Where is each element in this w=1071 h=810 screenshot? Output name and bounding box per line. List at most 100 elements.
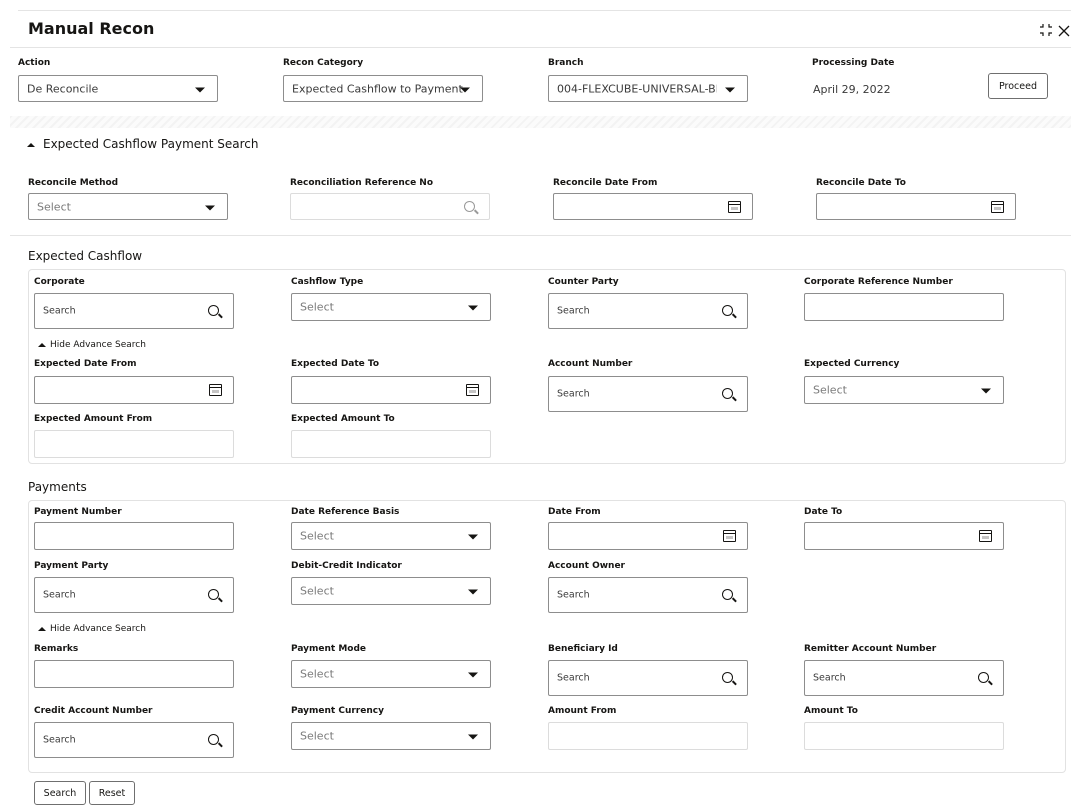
account-number-label: Account Number: [548, 359, 633, 369]
chevron-down-icon: [468, 534, 478, 540]
payment-number-input[interactable]: [34, 522, 234, 550]
expected-amount-from-input[interactable]: [34, 430, 234, 458]
action-select[interactable]: De Reconcile: [18, 75, 218, 102]
amount-to-input[interactable]: [804, 722, 1004, 750]
payments-hide-advance-search-link[interactable]: Hide Advance Search: [38, 624, 146, 634]
credit-account-label: Credit Account Number: [34, 706, 153, 716]
payment-currency-select[interactable]: Select: [291, 722, 491, 750]
payment-mode-select[interactable]: Select: [291, 660, 491, 688]
reconcile-date-to-input[interactable]: [816, 193, 1016, 220]
debit-credit-select[interactable]: Select: [291, 577, 491, 605]
search-icon[interactable]: [722, 387, 733, 399]
branch-select[interactable]: 004-FLEXCUBE-UNIVERSAL-BI: [548, 75, 748, 102]
remarks-input[interactable]: [34, 660, 234, 688]
expected-amount-to-input[interactable]: [291, 430, 491, 458]
proceed-button[interactable]: Proceed: [988, 73, 1048, 99]
page-title: Manual Recon: [28, 19, 155, 38]
account-number-search-input[interactable]: Search: [548, 376, 748, 412]
processing-date-value: April 29, 2022: [813, 83, 891, 96]
date-reference-basis-label: Date Reference Basis: [291, 507, 400, 517]
reset-button[interactable]: Reset: [89, 781, 135, 805]
beneficiary-id-label: Beneficiary Id: [548, 644, 618, 654]
expected-amount-from-label: Expected Amount From: [34, 414, 153, 424]
remitter-account-search-placeholder: Search: [813, 672, 846, 684]
remitter-account-label: Remitter Account Number: [804, 644, 937, 654]
payment-mode-label: Payment Mode: [291, 644, 367, 654]
cashflow-type-label: Cashflow Type: [291, 277, 364, 287]
chevron-down-icon: [460, 87, 470, 92]
reconcile-method-select[interactable]: Select: [28, 193, 228, 220]
account-number-search-placeholder: Search: [557, 388, 590, 400]
payment-party-search-placeholder: Search: [43, 589, 76, 601]
processing-date-label: Processing Date: [812, 58, 895, 68]
branch-label: Branch: [548, 58, 584, 68]
remarks-label: Remarks: [34, 644, 79, 654]
payment-mode-value: Select: [300, 667, 334, 681]
date-from-label: Date From: [548, 507, 601, 517]
expected-date-from-label: Expected Date From: [34, 359, 137, 369]
recon-category-label: Recon Category: [283, 58, 364, 68]
credit-account-search-input[interactable]: Search: [34, 722, 234, 758]
payment-party-search-input[interactable]: Search: [34, 577, 234, 613]
date-from-input[interactable]: [548, 522, 748, 550]
search-button[interactable]: Search: [34, 781, 86, 805]
account-owner-search-placeholder: Search: [557, 589, 590, 601]
chevron-down-icon: [468, 734, 478, 740]
expected-cashflow-title: Expected Cashflow: [28, 249, 143, 263]
counter-party-search-input[interactable]: Search: [548, 293, 748, 329]
branch-value: 004-FLEXCUBE-UNIVERSAL-BI: [557, 82, 717, 95]
beneficiary-id-search-input[interactable]: Search: [548, 660, 748, 696]
search-section-title: Expected Cashflow Payment Search: [43, 137, 259, 151]
calendar-icon[interactable]: [728, 200, 741, 213]
hide-advance-search-link[interactable]: Hide Advance Search: [38, 340, 146, 350]
reconciliation-ref-input[interactable]: [290, 193, 490, 220]
calendar-icon[interactable]: [991, 200, 1004, 213]
search-icon[interactable]: [208, 304, 219, 316]
hide-advance-search-label: Hide Advance Search: [50, 340, 146, 350]
search-icon[interactable]: [722, 588, 733, 600]
expected-currency-select[interactable]: Select: [804, 376, 1004, 404]
expected-currency-value: Select: [813, 383, 847, 397]
recon-category-select[interactable]: Expected Cashflow to Payment: [283, 75, 483, 102]
expected-date-to-label: Expected Date To: [291, 359, 380, 369]
amount-from-input[interactable]: [548, 722, 748, 750]
expected-date-from-input[interactable]: [34, 376, 234, 404]
search-icon[interactable]: [978, 671, 989, 683]
calendar-icon[interactable]: [723, 530, 736, 542]
minimize-icon[interactable]: [1039, 22, 1053, 36]
debit-credit-value: Select: [300, 584, 334, 598]
reconcile-date-from-input[interactable]: [553, 193, 753, 220]
search-icon[interactable]: [464, 200, 475, 212]
credit-account-search-placeholder: Search: [43, 734, 76, 746]
remitter-account-search-input[interactable]: Search: [804, 660, 1004, 696]
recon-category-value: Expected Cashflow to Payment: [292, 82, 463, 95]
search-section-header[interactable]: Expected Cashflow Payment Search: [27, 137, 259, 151]
collapse-icon: [27, 142, 35, 147]
account-owner-label: Account Owner: [548, 561, 625, 571]
calendar-icon[interactable]: [466, 384, 479, 396]
search-icon[interactable]: [722, 304, 733, 316]
action-value: De Reconcile: [27, 82, 99, 95]
counter-party-search-placeholder: Search: [557, 305, 590, 317]
calendar-icon[interactable]: [209, 384, 222, 396]
corporate-search-placeholder: Search: [43, 305, 76, 317]
cashflow-type-select[interactable]: Select: [291, 293, 491, 321]
corporate-ref-input[interactable]: [804, 293, 1004, 321]
close-icon[interactable]: [1058, 22, 1070, 37]
expected-date-to-input[interactable]: [291, 376, 491, 404]
search-icon[interactable]: [208, 588, 219, 600]
corporate-search-input[interactable]: Search: [34, 293, 234, 329]
account-owner-search-input[interactable]: Search: [548, 577, 748, 613]
reconciliation-ref-label: Reconciliation Reference No: [290, 178, 434, 188]
date-reference-basis-value: Select: [300, 529, 334, 543]
payments-title: Payments: [28, 480, 87, 494]
beneficiary-id-search-placeholder: Search: [557, 672, 590, 684]
calendar-icon[interactable]: [979, 530, 992, 542]
chevron-down-icon: [725, 87, 735, 92]
search-icon[interactable]: [208, 733, 219, 745]
date-reference-basis-select[interactable]: Select: [291, 522, 491, 550]
date-to-input[interactable]: [804, 522, 1004, 550]
chevron-down-icon: [195, 87, 205, 92]
search-icon[interactable]: [722, 671, 733, 683]
counter-party-label: Counter Party: [548, 277, 619, 287]
